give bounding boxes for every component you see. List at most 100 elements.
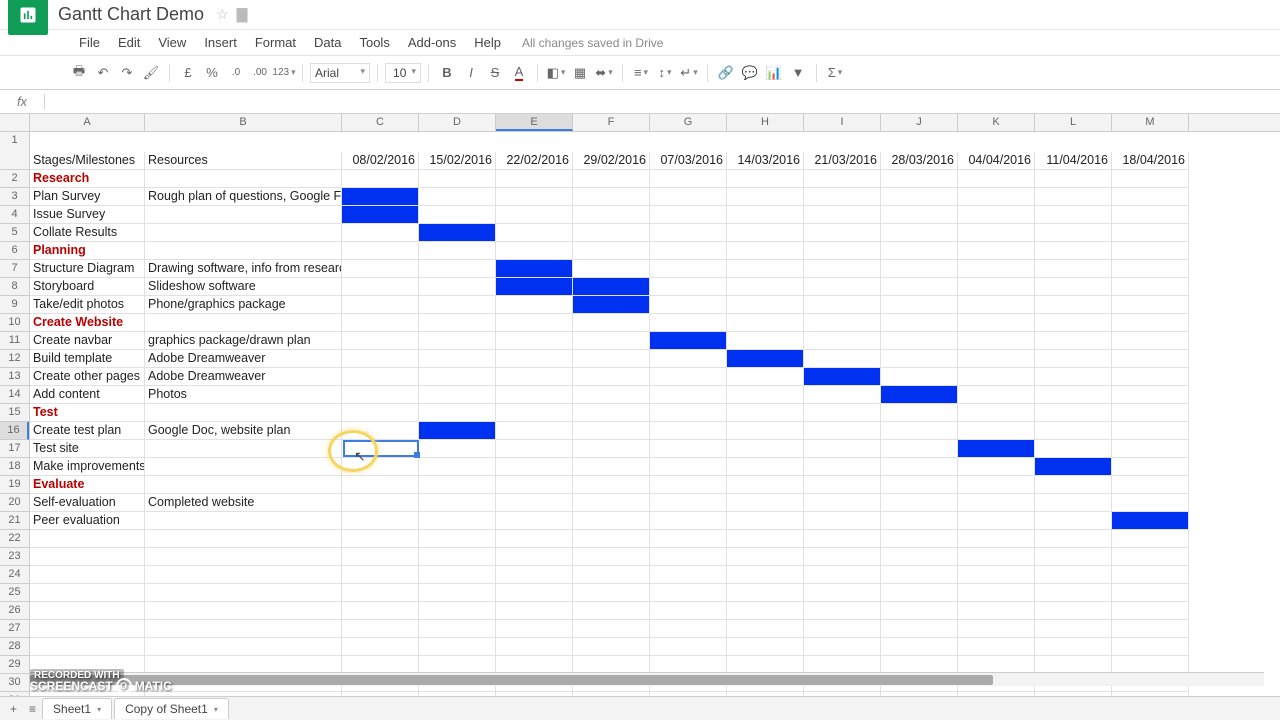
cell[interactable]: Resources <box>145 152 342 169</box>
cell[interactable] <box>881 530 958 547</box>
cell[interactable] <box>881 404 958 421</box>
cell[interactable] <box>1112 386 1189 403</box>
cell[interactable] <box>804 332 881 349</box>
cell[interactable]: Research <box>30 170 145 187</box>
cell[interactable] <box>1035 602 1112 619</box>
menu-file[interactable]: File <box>70 32 109 53</box>
cell[interactable] <box>881 422 958 439</box>
row-header-4[interactable]: 4 <box>0 206 29 224</box>
cell[interactable] <box>804 278 881 295</box>
row-header-20[interactable]: 20 <box>0 494 29 512</box>
row-header-25[interactable]: 25 <box>0 584 29 602</box>
cell[interactable]: 08/02/2016 <box>342 152 419 169</box>
cell[interactable] <box>496 386 573 403</box>
cell[interactable] <box>650 350 727 367</box>
cell[interactable] <box>650 494 727 511</box>
col-header-K[interactable]: K <box>958 114 1035 131</box>
cell[interactable] <box>496 350 573 367</box>
menu-insert[interactable]: Insert <box>195 32 246 53</box>
cell[interactable] <box>881 350 958 367</box>
cell[interactable] <box>727 404 804 421</box>
cell[interactable] <box>727 512 804 529</box>
col-header-I[interactable]: I <box>804 114 881 131</box>
all-sheets-icon[interactable]: ≡ <box>23 700 42 718</box>
cell[interactable] <box>727 368 804 385</box>
cell[interactable] <box>958 386 1035 403</box>
cell[interactable] <box>1035 188 1112 205</box>
cell[interactable] <box>958 656 1035 673</box>
print-icon[interactable]: 🖶 <box>68 62 90 84</box>
cell[interactable] <box>650 548 727 565</box>
cell[interactable] <box>958 242 1035 259</box>
cell[interactable] <box>342 422 419 439</box>
cell[interactable] <box>573 206 650 223</box>
cell[interactable]: Collate Results <box>30 224 145 241</box>
select-all-corner[interactable] <box>0 114 30 131</box>
cell[interactable] <box>573 296 650 313</box>
fill-color-icon[interactable]: ◧▾ <box>545 62 567 84</box>
cell[interactable] <box>650 602 727 619</box>
cell[interactable] <box>1112 530 1189 547</box>
cell[interactable] <box>573 656 650 673</box>
h-align-icon[interactable]: ≡▾ <box>630 62 652 84</box>
cell[interactable] <box>650 278 727 295</box>
cell[interactable] <box>145 566 342 583</box>
document-title[interactable]: Gantt Chart Demo <box>58 4 204 25</box>
cell[interactable] <box>342 620 419 637</box>
row-header-14[interactable]: 14 <box>0 386 29 404</box>
cell[interactable] <box>30 620 145 637</box>
cell[interactable]: Adobe Dreamweaver <box>145 368 342 385</box>
row-header-13[interactable]: 13 <box>0 368 29 386</box>
cell[interactable] <box>881 458 958 475</box>
font-select[interactable]: Arial▾ <box>310 63 370 83</box>
cell[interactable]: Take/edit photos <box>30 296 145 313</box>
cell[interactable] <box>881 602 958 619</box>
cell[interactable] <box>419 494 496 511</box>
cell[interactable] <box>342 530 419 547</box>
cell[interactable] <box>1112 620 1189 637</box>
cell[interactable] <box>881 332 958 349</box>
cell[interactable] <box>727 278 804 295</box>
cell[interactable] <box>1035 260 1112 277</box>
col-header-F[interactable]: F <box>573 114 650 131</box>
cell[interactable] <box>573 584 650 601</box>
cell[interactable] <box>804 620 881 637</box>
cell[interactable] <box>496 458 573 475</box>
menu-view[interactable]: View <box>149 32 195 53</box>
cell[interactable]: 07/03/2016 <box>650 152 727 169</box>
cell[interactable]: Issue Survey <box>30 206 145 223</box>
cell[interactable] <box>1035 638 1112 655</box>
cell[interactable] <box>145 656 342 673</box>
row-header-29[interactable]: 29 <box>0 656 29 674</box>
cell[interactable] <box>573 638 650 655</box>
cell[interactable] <box>727 440 804 457</box>
cell[interactable] <box>145 476 342 493</box>
scroll-thumb[interactable] <box>30 675 993 685</box>
font-size-select[interactable]: 10▾ <box>385 63 421 83</box>
cell[interactable] <box>881 566 958 583</box>
cell[interactable] <box>1112 638 1189 655</box>
cell[interactable] <box>727 260 804 277</box>
cell[interactable] <box>1035 548 1112 565</box>
cell[interactable] <box>573 548 650 565</box>
cell[interactable] <box>496 494 573 511</box>
cell[interactable] <box>958 440 1035 457</box>
cell[interactable] <box>30 638 145 655</box>
cell[interactable] <box>804 314 881 331</box>
cell[interactable] <box>958 224 1035 241</box>
cell[interactable] <box>1112 350 1189 367</box>
cell[interactable] <box>496 656 573 673</box>
cell[interactable] <box>727 170 804 187</box>
cell[interactable] <box>727 206 804 223</box>
cell[interactable] <box>650 404 727 421</box>
cell[interactable] <box>573 458 650 475</box>
cell[interactable]: 04/04/2016 <box>958 152 1035 169</box>
cell[interactable] <box>1035 458 1112 475</box>
cell[interactable] <box>419 530 496 547</box>
cell[interactable] <box>1112 224 1189 241</box>
cell[interactable] <box>145 224 342 241</box>
cell[interactable] <box>1035 566 1112 583</box>
cell[interactable] <box>342 638 419 655</box>
cell[interactable] <box>804 404 881 421</box>
row-header-2[interactable]: 2 <box>0 170 29 188</box>
